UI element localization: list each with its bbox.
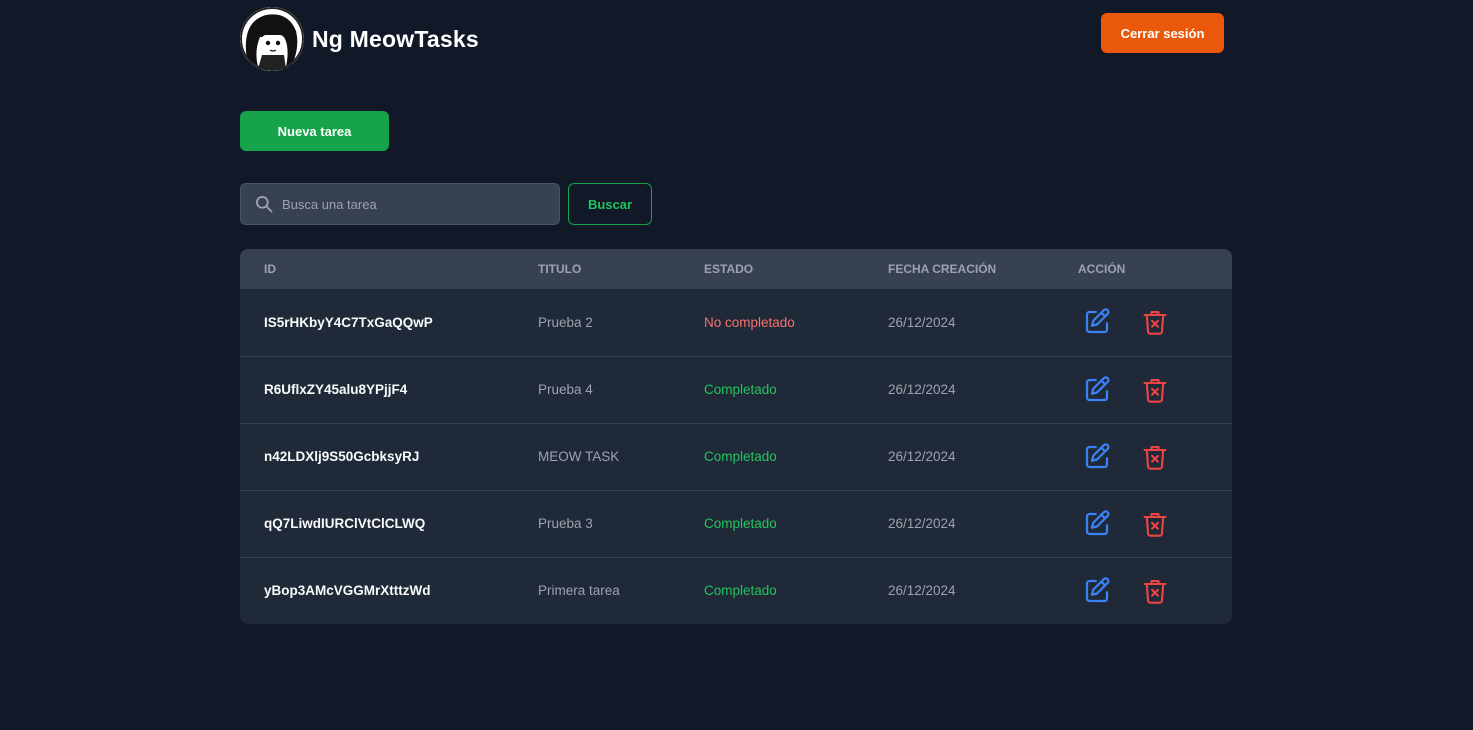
search-input[interactable]	[274, 184, 559, 224]
search-icon	[255, 196, 273, 213]
task-state: Completado	[704, 583, 777, 599]
delete-button[interactable]	[1140, 375, 1170, 405]
task-title: Primera tarea	[538, 583, 620, 599]
task-date: 26/12/2024	[888, 583, 956, 599]
table-row: qQ7LiwdIURClVtClCLWQ Prueba 3 Completado…	[240, 490, 1232, 557]
column-header-state: ESTADO	[704, 262, 754, 276]
task-actions	[1078, 289, 1232, 356]
task-title: Prueba 2	[538, 314, 593, 330]
new-task-button[interactable]: Nueva tarea	[240, 111, 389, 151]
task-actions	[1078, 557, 1232, 624]
task-title: Prueba 3	[538, 516, 593, 531]
delete-button[interactable]	[1140, 509, 1170, 539]
edit-pencil-icon	[1085, 509, 1110, 535]
trash-icon	[1143, 378, 1167, 403]
search-box[interactable]	[240, 183, 560, 225]
edit-button[interactable]	[1082, 509, 1112, 539]
table-row: R6UflxZY45alu8YPjjF4 Prueba 4 Completado…	[240, 356, 1232, 423]
task-actions	[1078, 356, 1232, 423]
edit-button[interactable]	[1082, 375, 1112, 405]
top-header: Ng MeowTasks Cerrar sesión	[240, 7, 1224, 71]
delete-button[interactable]	[1140, 307, 1170, 337]
brand-name: Ng MeowTasks	[312, 25, 479, 52]
task-title: Prueba 4	[538, 382, 593, 397]
edit-pencil-icon	[1085, 375, 1110, 401]
column-header-date: FECHA CREACIÓN	[888, 262, 997, 276]
edit-pencil-icon	[1085, 442, 1110, 468]
task-state: Completado	[704, 382, 777, 397]
edit-button[interactable]	[1082, 442, 1112, 472]
trash-icon	[1143, 445, 1167, 470]
search-button[interactable]: Buscar	[568, 183, 652, 225]
brand[interactable]: Ng MeowTasks	[240, 7, 479, 71]
table-header-row: ID TITULO ESTADO FECHA CREACIÓN ACCIÓN	[240, 249, 1232, 289]
edit-button[interactable]	[1082, 307, 1112, 337]
task-date: 26/12/2024	[888, 449, 956, 464]
avatar	[240, 7, 304, 71]
trash-icon	[1143, 579, 1167, 604]
task-id: IS5rHKbyY4C7TxGaQQwP	[264, 314, 433, 330]
table-row: n42LDXlj9S50GcbksyRJ MEOW TASK Completad…	[240, 423, 1232, 490]
trash-icon	[1143, 512, 1167, 537]
edit-pencil-icon	[1085, 576, 1110, 602]
edit-pencil-icon	[1085, 308, 1110, 334]
task-date: 26/12/2024	[888, 314, 956, 330]
tasks-table: ID TITULO ESTADO FECHA CREACIÓN ACCIÓN I…	[240, 249, 1232, 624]
cat-girl-avatar-icon	[240, 7, 304, 71]
edit-button[interactable]	[1082, 576, 1112, 606]
task-date: 26/12/2024	[888, 382, 956, 397]
task-id: n42LDXlj9S50GcbksyRJ	[264, 449, 420, 464]
task-id: R6UflxZY45alu8YPjjF4	[264, 382, 408, 397]
tasks-table-container: ID TITULO ESTADO FECHA CREACIÓN ACCIÓN I…	[240, 249, 1232, 624]
task-state: Completado	[704, 449, 777, 464]
task-state: No completado	[704, 314, 795, 330]
task-id: yBop3AMcVGGMrXtttzWd	[264, 583, 431, 599]
table-row: IS5rHKbyY4C7TxGaQQwP Prueba 2 No complet…	[240, 289, 1232, 356]
task-title: MEOW TASK	[538, 449, 620, 464]
task-id: qQ7LiwdIURClVtClCLWQ	[264, 516, 426, 531]
task-date: 26/12/2024	[888, 516, 956, 531]
trash-icon	[1143, 311, 1167, 335]
page: Ng MeowTasks Cerrar sesión Nueva tarea B…	[0, 0, 1473, 730]
column-header-action: ACCIÓN	[1078, 262, 1126, 276]
column-header-id: ID	[264, 262, 276, 276]
task-actions	[1078, 490, 1232, 557]
logout-button[interactable]: Cerrar sesión	[1101, 13, 1224, 53]
task-actions	[1078, 423, 1232, 490]
table-row: yBop3AMcVGGMrXtttzWd Primera tarea Compl…	[240, 557, 1232, 624]
task-state: Completado	[704, 516, 777, 531]
delete-button[interactable]	[1140, 442, 1170, 472]
column-header-title: TITULO	[538, 262, 582, 276]
delete-button[interactable]	[1140, 576, 1170, 606]
